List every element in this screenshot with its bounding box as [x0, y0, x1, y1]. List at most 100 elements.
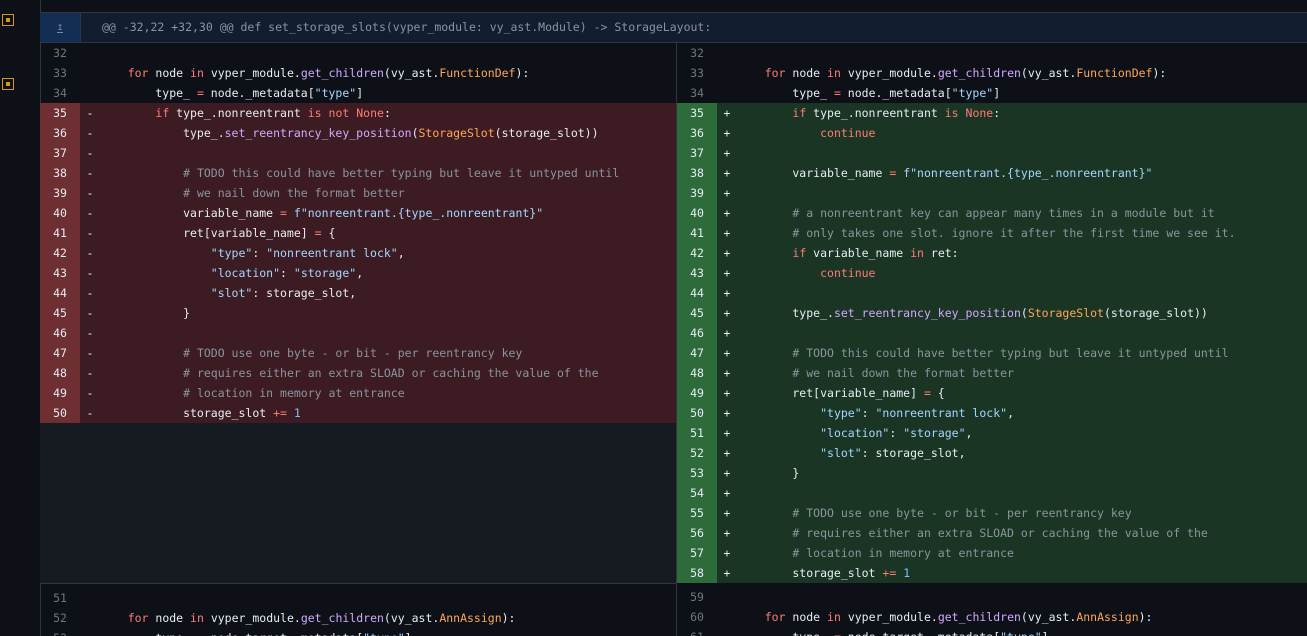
line-number[interactable]: 35	[677, 103, 717, 123]
line-number[interactable]: 47	[677, 343, 717, 363]
line-number[interactable]: 50	[677, 403, 717, 423]
line-number[interactable]: 53	[677, 463, 717, 483]
line-number[interactable]: 45	[40, 303, 80, 323]
line-number[interactable]: 32	[677, 43, 717, 63]
code-text: # we nail down the format better	[183, 186, 405, 200]
code-text: "slot": storage_slot,	[210, 286, 357, 300]
diff-marker: +	[723, 566, 731, 580]
context-line: 33 for node in vyper_module.get_children…	[40, 63, 676, 83]
line-number[interactable]: 60	[677, 607, 717, 627]
diff-marker: +	[723, 306, 731, 320]
line-number[interactable]: 32	[40, 43, 80, 63]
added-line: 58 + storage_slot += 1	[677, 563, 1307, 583]
context-line: 32	[40, 43, 676, 63]
code-text: }	[100, 306, 191, 320]
line-number[interactable]: 53	[40, 628, 80, 636]
deleted-line: 35- if type_.nonreentrant is not None:	[40, 103, 676, 123]
code-text: variable_name = f"nonreentrant.{type_.no…	[737, 166, 1153, 180]
line-number[interactable]: 55	[677, 503, 717, 523]
square-dot-icon[interactable]	[2, 78, 14, 90]
added-line: 36 + continue	[677, 123, 1307, 143]
line-number[interactable]: 46	[677, 323, 717, 343]
diff-marker: +	[723, 386, 731, 400]
code-text: if type_.nonreentrant is not None:	[155, 106, 391, 120]
line-number[interactable]: 33	[40, 63, 80, 83]
diff-marker: +	[723, 466, 731, 480]
line-number[interactable]: 46	[40, 323, 80, 343]
line-number[interactable]: 34	[677, 83, 717, 103]
line-number[interactable]: 41	[677, 223, 717, 243]
line-number[interactable]: 35	[40, 103, 80, 123]
deleted-line: 42- "type": "nonreentrant lock",	[40, 243, 676, 263]
line-number[interactable]: 42	[677, 243, 717, 263]
diff-marker: +	[723, 446, 731, 460]
square-dot-icon[interactable]	[2, 14, 14, 26]
line-number[interactable]: 34	[40, 83, 80, 103]
line-number[interactable]: 51	[677, 423, 717, 443]
line-number[interactable]: 54	[677, 483, 717, 503]
expand-up-button[interactable]: ↥	[40, 13, 81, 42]
diff-marker: +	[723, 126, 731, 140]
line-number[interactable]: 38	[40, 163, 80, 183]
line-number[interactable]: 41	[40, 223, 80, 243]
line-number[interactable]: 61	[677, 627, 717, 636]
line-number[interactable]: 37	[677, 143, 717, 163]
diff-marker: +	[723, 406, 731, 420]
line-number[interactable]: 48	[677, 363, 717, 383]
line-number[interactable]: 56	[677, 523, 717, 543]
line-number[interactable]: 51	[40, 588, 80, 608]
line-number[interactable]: 50	[40, 403, 80, 423]
line-number[interactable]: 47	[40, 343, 80, 363]
line-number[interactable]: 49	[677, 383, 717, 403]
line-number[interactable]: 33	[677, 63, 717, 83]
deleted-line: 37-	[40, 143, 676, 163]
code-text: "location": "storage",	[210, 266, 364, 280]
line-number[interactable]: 39	[40, 183, 80, 203]
diff-marker	[80, 63, 100, 83]
diff-marker	[80, 628, 100, 636]
line-number[interactable]: 44	[677, 283, 717, 303]
line-number[interactable]: 43	[40, 263, 80, 283]
diff-marker: +	[723, 506, 731, 520]
code-text: type_ = node.target._metadata["type"]	[100, 628, 676, 636]
code-text: for node in vyper_module.get_children(vy…	[127, 66, 530, 80]
line-number[interactable]: 36	[677, 123, 717, 143]
diff-marker: +	[723, 146, 731, 160]
code-text: # TODO use one byte - or bit - per reent…	[183, 346, 523, 360]
line-number[interactable]: 57	[677, 543, 717, 563]
diff-marker: -	[86, 346, 94, 360]
code-text: type_ = node.target._metadata["type"]	[737, 627, 1307, 636]
file-header-edge	[40, 0, 1307, 13]
diff-marker: +	[723, 426, 731, 440]
line-number[interactable]: 43	[677, 263, 717, 283]
code-text: # TODO this could have better typing but…	[792, 346, 1229, 360]
line-number[interactable]: 52	[677, 443, 717, 463]
line-number[interactable]: 40	[40, 203, 80, 223]
line-number[interactable]: 44	[40, 283, 80, 303]
line-number[interactable]: 52	[40, 608, 80, 628]
line-number[interactable]: 40	[677, 203, 717, 223]
line-number[interactable]: 59	[677, 587, 717, 607]
line-number[interactable]: 38	[677, 163, 717, 183]
diff-marker: -	[86, 106, 94, 120]
diff-pane-right: 32 33 for node in vyper_module.get_childr…	[677, 43, 1307, 636]
line-number[interactable]: 36	[40, 123, 80, 143]
code-text: "type": "nonreentrant lock",	[820, 406, 1014, 420]
diff-marker	[717, 43, 737, 63]
deleted-line: 50- storage_slot += 1	[40, 403, 676, 423]
diff-marker: +	[723, 326, 731, 340]
line-number[interactable]: 48	[40, 363, 80, 383]
line-number[interactable]: 49	[40, 383, 80, 403]
line-number[interactable]: 45	[677, 303, 717, 323]
line-number[interactable]: 39	[677, 183, 717, 203]
added-line: 38 + variable_name = f"nonreentrant.{type…	[677, 163, 1307, 183]
line-number[interactable]: 58	[677, 563, 717, 583]
line-number[interactable]: 42	[40, 243, 80, 263]
deleted-line: 38- # TODO this could have better typing…	[40, 163, 676, 183]
code-text: "location": "storage",	[820, 426, 973, 440]
line-number[interactable]: 37	[40, 143, 80, 163]
deleted-line: 41- ret[variable_name] = {	[40, 223, 676, 243]
diff-marker	[80, 43, 100, 63]
